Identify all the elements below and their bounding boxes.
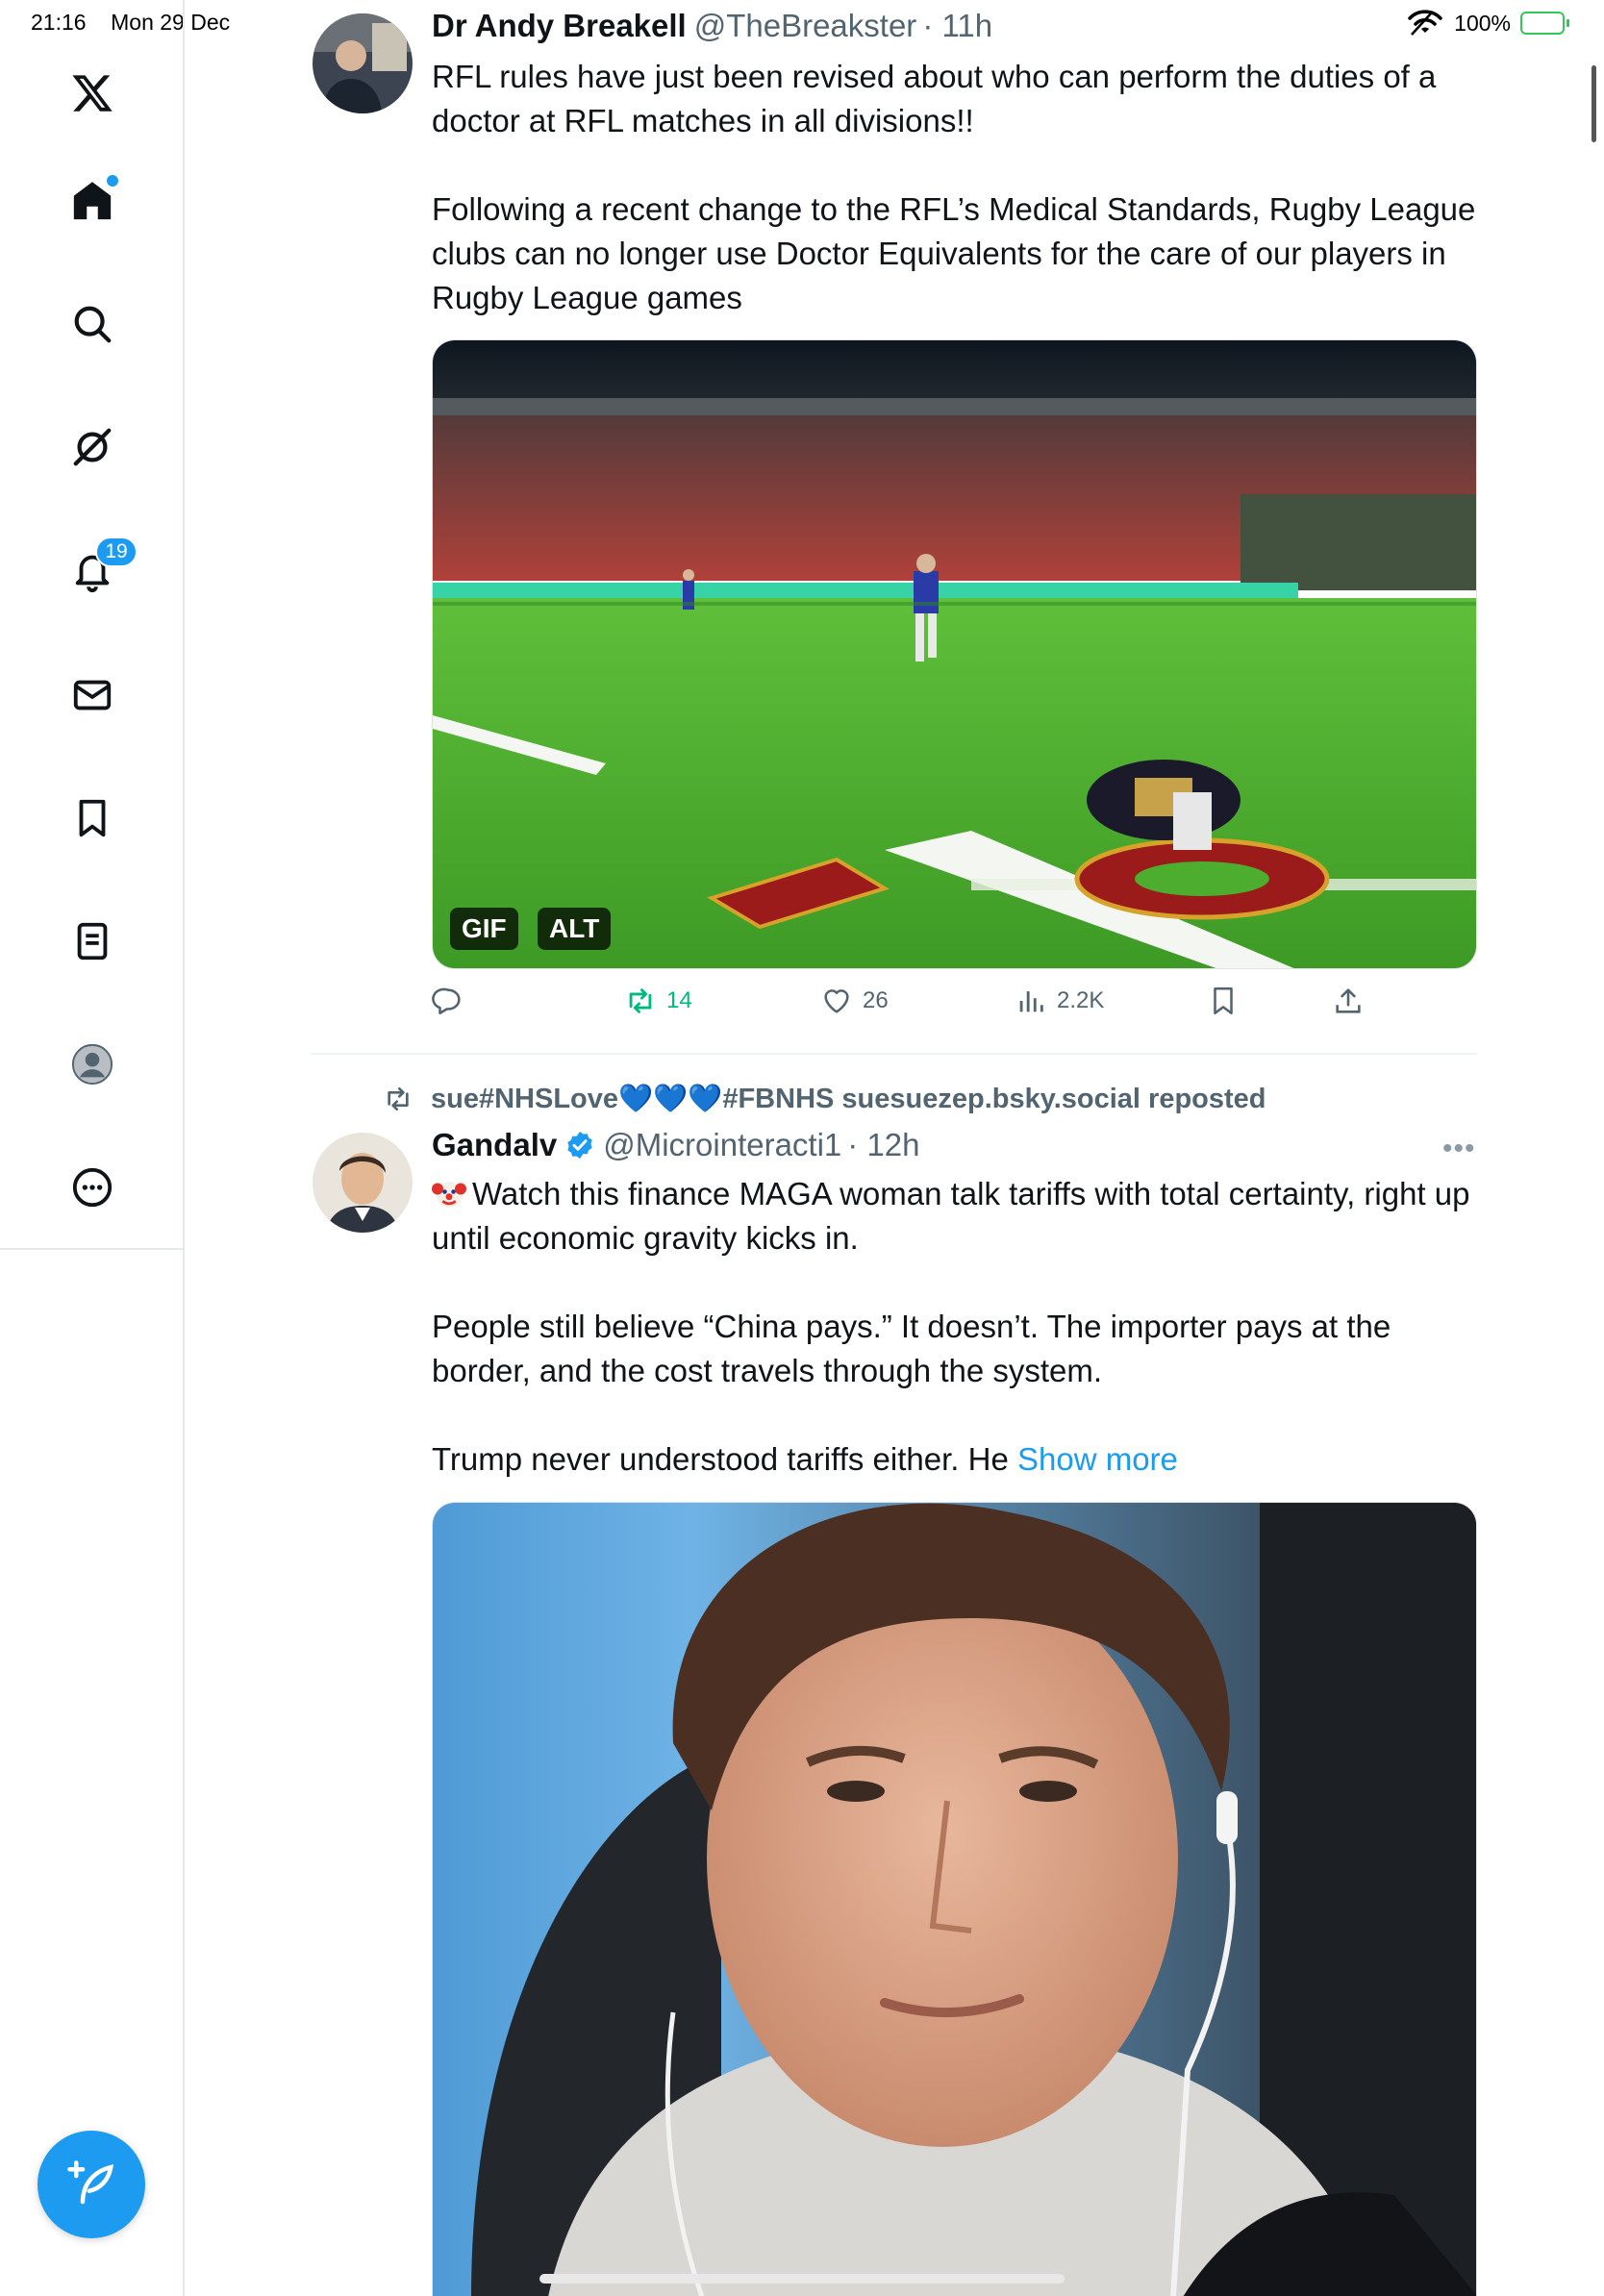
tweet-more-button[interactable]: ••• [1442, 1133, 1476, 1165]
repost-count: 14 [666, 987, 692, 1013]
nav-home[interactable] [53, 162, 132, 240]
repost-by-text: sue#NHSLove💙💙💙#FBNHS suesuezep.bsky.soci… [431, 1084, 1266, 1114]
reply-button[interactable] [432, 985, 464, 1017]
sidebar-border [183, 1250, 185, 2296]
battery-percent: 100% [1454, 10, 1511, 36]
show-more-link[interactable]: Show more [1017, 1441, 1178, 1477]
sidebar: 19 [0, 0, 185, 1250]
tweet-body: RFL rules have just been revised about w… [432, 55, 1480, 320]
repost-icon [629, 988, 652, 1013]
mail-icon [73, 680, 112, 711]
tweet-time: · 11h [922, 8, 993, 43]
nav-notifications[interactable]: 19 [53, 531, 138, 610]
tweet-body: Watch this finance MAGA woman talk tarif… [432, 1172, 1480, 1482]
repost-button[interactable]: 14 [624, 985, 692, 1017]
tweet-media-gif[interactable]: GIF ALT [432, 339, 1477, 969]
tweet-paragraph: Watch this finance MAGA woman talk tarif… [432, 1172, 1480, 1260]
scrollbar[interactable] [1591, 65, 1596, 142]
author-handle[interactable]: @TheBreakster [694, 8, 917, 44]
home-unread-dot [107, 175, 118, 187]
share-icon [1336, 988, 1361, 1013]
home-icon [73, 182, 112, 220]
tweet-time: · 12h [847, 1127, 920, 1162]
like-button[interactable]: 26 [820, 985, 889, 1017]
gif-badge: GIF [450, 908, 518, 950]
notifications-badge: 19 [95, 537, 138, 567]
search-icon [74, 306, 112, 343]
author-name[interactable]: Gandalv [432, 1127, 557, 1163]
compose-button[interactable] [38, 2131, 145, 2238]
views-icon [1019, 991, 1043, 1012]
tweet-paragraph: People still believe “China pays.” It do… [432, 1309, 1391, 1388]
bookmark-icon [79, 799, 106, 837]
author-name[interactable]: Dr Andy Breakell [432, 8, 687, 44]
tweet-actions: 14 26 2.2K [432, 985, 1480, 1031]
tweet-paragraph-text: Trump never understood tariffs either. H… [432, 1441, 1009, 1477]
view-count: 2.2K [1057, 987, 1105, 1013]
repost-context[interactable]: sue#NHSLove💙💙💙#FBNHS suesuezep.bsky.soci… [383, 1083, 1266, 1115]
battery-icon [1520, 12, 1569, 35]
profile-icon [71, 1043, 113, 1086]
lists-icon [77, 922, 108, 961]
author-handle[interactable]: @Microinteracti1 [603, 1127, 841, 1163]
wifi-icon [1408, 10, 1442, 36]
nav-more[interactable] [53, 1148, 132, 1227]
tweet-media-video[interactable] [432, 1502, 1477, 2296]
views-button[interactable]: 2.2K [1015, 985, 1104, 1017]
tweet-divider [311, 1053, 1477, 1055]
x-logo-button[interactable] [53, 54, 132, 133]
tweet-paragraph-text: Watch this finance MAGA woman talk tarif… [432, 1176, 1470, 1256]
reply-icon [432, 987, 461, 1015]
nav-bookmarks[interactable] [53, 779, 132, 858]
compose-feather-icon [67, 2160, 114, 2205]
x-logo-icon [72, 75, 113, 112]
tweet-paragraph: RFL rules have just been revised about w… [432, 59, 1437, 138]
home-indicator [539, 2274, 1065, 2284]
bookmark-button[interactable] [1207, 985, 1240, 1017]
nav-search[interactable] [53, 285, 132, 363]
tweet-header: Dr Andy Breakell @TheBreakster · 11h [432, 8, 992, 44]
like-icon [824, 989, 849, 1013]
verified-badge-icon [567, 1132, 592, 1159]
clown-emoji-icon [432, 1182, 466, 1208]
nav-grok[interactable] [53, 408, 132, 487]
alt-text-badge[interactable]: ALT [538, 908, 612, 950]
avatar-andy-breakell[interactable] [313, 13, 413, 113]
avatar-gandalv[interactable] [313, 1133, 413, 1233]
nav-profile[interactable] [53, 1025, 132, 1104]
like-count: 26 [863, 987, 889, 1013]
nav-messages[interactable] [53, 656, 132, 735]
nav-lists[interactable] [53, 902, 132, 981]
more-icon [72, 1167, 113, 1208]
status-bar-right: 100% [1406, 10, 1569, 37]
repost-icon [388, 1087, 409, 1111]
tweet-header: Gandalv @Microinteracti1 · 12h [432, 1127, 920, 1163]
bookmark-icon [1214, 986, 1233, 1015]
tweet-paragraph: Trump never understood tariffs either. H… [432, 1437, 1480, 1482]
grok-icon [73, 428, 112, 466]
tweet-paragraph: Following a recent change to the RFL’s M… [432, 191, 1476, 315]
share-button[interactable] [1332, 985, 1365, 1017]
